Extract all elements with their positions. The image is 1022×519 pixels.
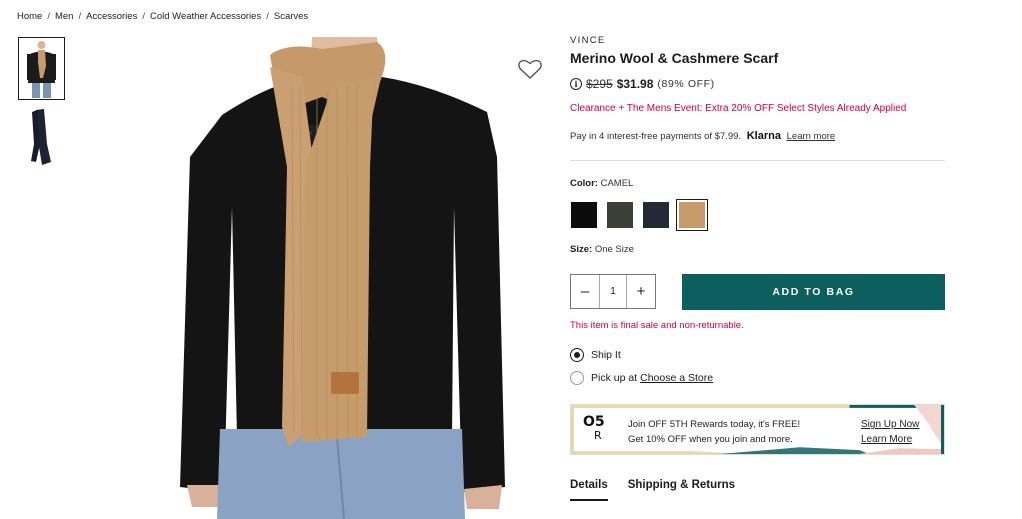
add-to-bag-button[interactable]: ADD TO BAG [682,274,945,310]
final-sale-notice: This item is final sale and non-returnab… [570,320,744,331]
divider [570,160,945,161]
info-icon[interactable]: i [570,78,582,90]
choose-store-link[interactable]: Choose a Store [640,372,713,384]
swatch-olive[interactable] [606,201,634,229]
klarna-text: Pay in 4 interest-free payments of $7.99… [570,131,742,142]
pickup-radio[interactable] [570,371,584,385]
breadcrumb-separator: / [78,11,82,22]
breadcrumb: Home / Men / Accessories / Cold Weather Access… [17,11,308,22]
color-label-title: Color: [570,178,598,189]
promo-message: Clearance + The Mens Event: Extra 20% OF… [570,103,907,114]
quantity-decrease-button[interactable]: – [571,275,599,308]
original-price: $295 [586,77,613,91]
rewards-logo-top: O5 [583,414,605,430]
breadcrumb-men[interactable]: Men [55,11,73,22]
rewards-signup-link[interactable]: Sign Up Now [861,417,919,432]
klarna-logo: Klarna [746,130,781,142]
tab-shipping-returns[interactable]: Shipping & Returns [628,479,735,501]
off5th-rewards-logo: O5 R [583,414,605,442]
pickup-label: Pick up at [591,372,638,384]
thumbnail-model-image [19,38,64,99]
tab-details[interactable]: Details [570,479,608,501]
klarna-installments: Pay in 4 interest-free payments of $7.99… [570,130,835,142]
breadcrumb-separator: / [266,11,269,22]
quantity-increase-button[interactable]: + [627,275,655,308]
size-label: Size: One Size [570,244,634,255]
heart-icon [518,59,542,79]
product-main-image [162,37,550,519]
price-row: i $295 $31.98 (89% OFF) [570,77,715,91]
sale-price: $31.98 [616,77,654,91]
breadcrumb-accessories[interactable]: Accessories [86,11,137,22]
product-brand[interactable]: VINCE [570,35,606,46]
model-with-scarf-illustration [180,37,505,519]
wishlist-button[interactable] [517,58,543,80]
rewards-logo-bottom: R [594,429,602,442]
swatch-black-fill [571,202,597,228]
rewards-text: Join OFF 5TH Rewards today, it's FREE! G… [628,417,800,447]
ship-it-label: Ship It [591,349,621,361]
color-swatches [570,199,708,231]
thumbnail-model[interactable] [18,37,65,100]
color-selected-value: CAMEL [600,178,634,189]
breadcrumb-separator: / [142,11,145,22]
rewards-line-2: Get 10% OFF when you join and more. [628,434,793,445]
quantity-input[interactable]: 1 [599,275,627,308]
color-label: Color: CAMEL [570,178,633,189]
rewards-learn-more-link[interactable]: Learn More [861,432,919,447]
size-value: One Size [594,244,634,255]
breadcrumb-scarves[interactable]: Scarves [274,11,308,22]
rewards-banner: O5 R Join OFF 5TH Rewards today, it's FR… [570,404,945,455]
klarna-learn-more-link[interactable]: Learn more [787,131,836,142]
swatch-camel[interactable] [676,199,708,231]
swatch-navy-fill [643,202,669,228]
pickup-option[interactable]: Pick up at Choose a Store [570,371,713,385]
discount-percent: (89% OFF) [657,78,715,90]
swatch-olive-fill [607,202,633,228]
ship-it-radio[interactable] [570,348,584,362]
breadcrumb-home[interactable]: Home [17,11,42,22]
rewards-line-1: Join OFF 5TH Rewards today, it's FREE! [628,419,801,430]
ship-it-option[interactable]: Ship It [570,348,621,362]
swatch-navy[interactable] [642,201,670,229]
breadcrumb-separator: / [47,11,50,22]
rewards-links: Sign Up Now Learn More [861,417,919,447]
size-label-title: Size: [570,244,593,255]
product-title: Merino Wool & Cashmere Scarf [570,50,779,66]
swatch-black[interactable] [570,201,598,229]
product-tabs: Details Shipping & Returns [570,479,755,501]
breadcrumb-cold-weather[interactable]: Cold Weather Accessories [150,11,261,22]
quantity-stepper: – 1 + [570,274,656,309]
thumbnail-scarf-navy[interactable] [18,104,65,167]
swatch-camel-fill [679,202,705,228]
thumbnail-scarf-image [31,109,51,165]
